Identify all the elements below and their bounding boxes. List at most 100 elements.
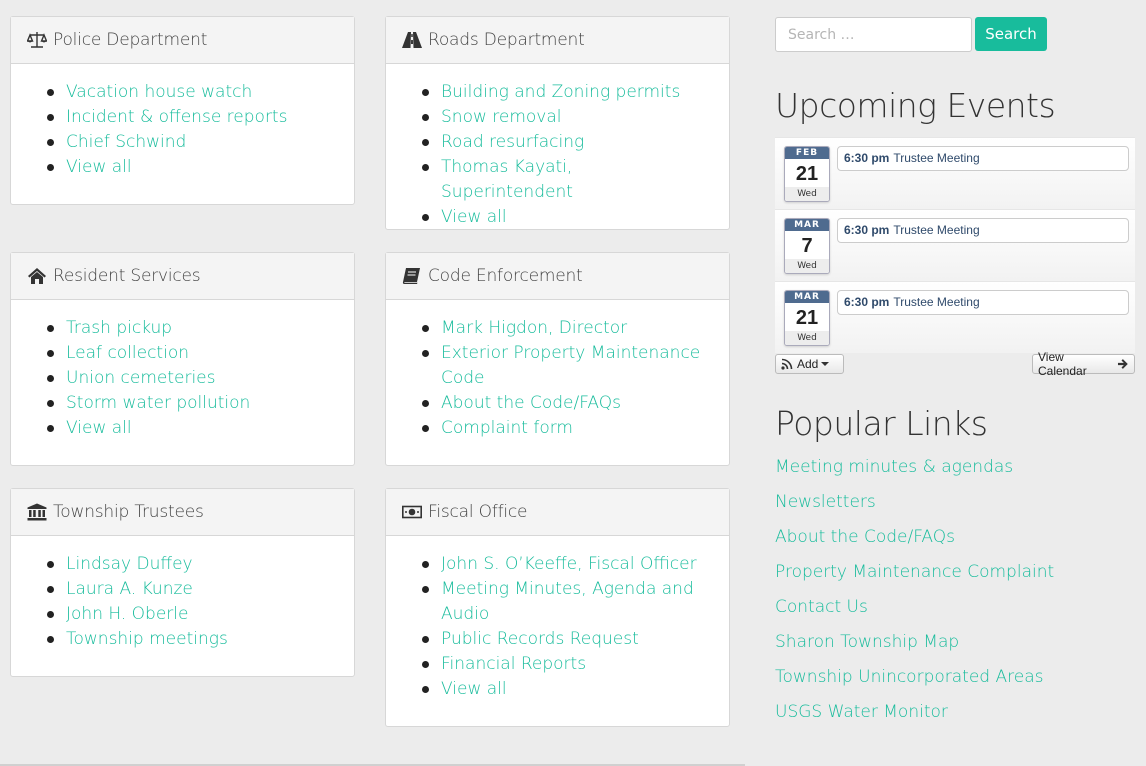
calendar-date-icon: MAR 7 Wed	[784, 218, 830, 274]
popular-links-heading: Popular Links	[775, 404, 988, 443]
panel-title: Fiscal Office	[428, 502, 528, 522]
panel-body: Lindsay Duffey Laura A. Kunze John H. Ob…	[11, 536, 354, 668]
popular-link[interactable]: Newsletters	[775, 492, 876, 512]
panel-heading: Township Trustees	[11, 489, 354, 536]
panel-link[interactable]: Vacation house watch	[66, 82, 252, 102]
panel-heading: Resident Services	[11, 253, 354, 300]
panel-link[interactable]: Chief Schwind	[66, 132, 186, 152]
events-list: FEB 21 Wed 6:30 pm Trustee Meeting MAR 7 …	[775, 137, 1135, 353]
panel-link[interactable]: Leaf collection	[66, 343, 189, 363]
panel-link[interactable]: About the Code/FAQs	[441, 393, 621, 413]
rss-icon	[781, 358, 793, 370]
event-title[interactable]: Trustee Meeting	[893, 151, 979, 165]
event-day: MAR 7 Wed 6:30 pm Trustee Meeting	[775, 209, 1135, 281]
list-item: John H. Oberle	[47, 602, 334, 627]
upcoming-events-heading: Upcoming Events	[775, 86, 1056, 125]
calendar-date-icon: MAR 21 Wed	[784, 290, 830, 346]
code-enforcement-panel: Code Enforcement Mark Higdon, Director E…	[385, 252, 730, 466]
list-item: Township meetings	[47, 627, 334, 652]
view-calendar-button[interactable]: View Calendar	[1032, 350, 1135, 378]
panel-body: Trash pickup Leaf collection Union cemet…	[11, 300, 354, 457]
event-item[interactable]: 6:30 pm Trustee Meeting	[837, 290, 1129, 315]
fiscal-office-panel: Fiscal Office John S. O’Keeffe, Fiscal O…	[385, 488, 730, 727]
panel-link[interactable]: Snow removal	[441, 107, 562, 127]
calendar-weekday: Wed	[785, 259, 829, 273]
popular-link[interactable]: Property Maintenance Complaint	[775, 562, 1054, 582]
list-item: Sharon Township Map	[775, 630, 1054, 665]
panel-link[interactable]: Meeting Minutes, Agenda and Audio	[441, 579, 694, 624]
popular-link[interactable]: Township Unincorporated Areas	[775, 667, 1043, 687]
view-calendar-label: View Calendar	[1038, 350, 1087, 378]
list-item: Financial Reports	[422, 652, 709, 677]
list-item: About the Code/FAQs	[775, 525, 1054, 560]
panel-link[interactable]: View all	[441, 679, 507, 699]
search-button[interactable]: Search	[975, 17, 1047, 51]
list-item: View all	[47, 416, 334, 441]
panel-link[interactable]: Union cemeteries	[66, 368, 216, 388]
list-item: Township Unincorporated Areas	[775, 665, 1054, 700]
event-title[interactable]: Trustee Meeting	[893, 295, 979, 309]
list-item: Meeting Minutes, Agenda and Audio	[422, 577, 709, 627]
popular-link[interactable]: Sharon Township Map	[775, 632, 959, 652]
popular-link[interactable]: Contact Us	[775, 597, 868, 617]
panel-link[interactable]: Township meetings	[66, 629, 228, 649]
money-icon	[401, 503, 423, 521]
institution-icon	[26, 503, 48, 521]
panel-link[interactable]: Complaint form	[441, 418, 573, 438]
panel-link[interactable]: Mark Higdon, Director	[441, 318, 627, 338]
panel-link[interactable]: Laura A. Kunze	[66, 579, 193, 599]
panel-link[interactable]: Building and Zoning permits	[441, 82, 680, 102]
panel-heading: Fiscal Office	[386, 489, 729, 536]
popular-links-list: Meeting minutes & agendas Newsletters Ab…	[775, 455, 1054, 735]
panel-link[interactable]: Incident & offense reports	[66, 107, 287, 127]
roads-department-panel: Roads Department Building and Zoning per…	[385, 16, 730, 230]
event-item[interactable]: 6:30 pm Trustee Meeting	[837, 146, 1129, 171]
panel-title: Police Department	[53, 30, 208, 50]
book-icon	[401, 267, 423, 285]
event-title[interactable]: Trustee Meeting	[893, 223, 979, 237]
popular-link[interactable]: USGS Water Monitor	[775, 702, 948, 722]
popular-link[interactable]: About the Code/FAQs	[775, 527, 955, 547]
panel-link[interactable]: Thomas Kayati, Superintendent	[441, 157, 573, 202]
add-feed-label: Add	[797, 357, 819, 371]
list-item: Exterior Property Maintenance Code	[422, 341, 709, 391]
panel-heading: Code Enforcement	[386, 253, 729, 300]
list-item: Incident & offense reports	[47, 105, 334, 130]
panel-link[interactable]: John S. O’Keeffe, Fiscal Officer	[441, 554, 697, 574]
list-item: Laura A. Kunze	[47, 577, 334, 602]
calendar-day: 7	[801, 235, 813, 257]
popular-link[interactable]: Meeting minutes & agendas	[775, 457, 1013, 477]
panel-link[interactable]: Lindsay Duffey	[66, 554, 193, 574]
calendar-weekday: Wed	[785, 331, 829, 345]
search-input[interactable]	[775, 17, 972, 52]
list-item: Complaint form	[422, 416, 709, 441]
list-item: Newsletters	[775, 490, 1054, 525]
panel-link[interactable]: Road resurfacing	[441, 132, 584, 152]
add-feed-button[interactable]: Add	[775, 354, 844, 374]
panel-link[interactable]: John H. Oberle	[66, 604, 188, 624]
panel-link[interactable]: Public Records Request	[441, 629, 639, 649]
list-item: Vacation house watch	[47, 80, 334, 105]
panel-heading: Police Department	[11, 17, 354, 64]
event-day: FEB 21 Wed 6:30 pm Trustee Meeting	[775, 137, 1135, 209]
panel-link[interactable]: Financial Reports	[441, 654, 586, 674]
police-department-panel: Police Department Vacation house watch I…	[10, 16, 355, 205]
event-item[interactable]: 6:30 pm Trustee Meeting	[837, 218, 1129, 243]
panel-link[interactable]: View all	[66, 157, 132, 177]
township-trustees-panel: Township Trustees Lindsay Duffey Laura A…	[10, 488, 355, 677]
list-item: Meeting minutes & agendas	[775, 455, 1054, 490]
panel-body: Building and Zoning permits Snow removal…	[386, 64, 729, 246]
list-item: About the Code/FAQs	[422, 391, 709, 416]
panel-link[interactable]: Trash pickup	[66, 318, 172, 338]
panel-link[interactable]: View all	[441, 207, 507, 227]
list-item: Storm water pollution	[47, 391, 334, 416]
list-item: Building and Zoning permits	[422, 80, 709, 105]
list-item: View all	[422, 205, 709, 230]
panel-heading: Roads Department	[386, 17, 729, 64]
calendar-month: FEB	[785, 147, 829, 159]
panel-title: Roads Department	[428, 30, 585, 50]
panel-link[interactable]: Storm water pollution	[66, 393, 250, 413]
calendar-date-icon: FEB 21 Wed	[784, 146, 830, 202]
panel-link[interactable]: View all	[66, 418, 132, 438]
panel-link[interactable]: Exterior Property Maintenance Code	[441, 343, 700, 388]
